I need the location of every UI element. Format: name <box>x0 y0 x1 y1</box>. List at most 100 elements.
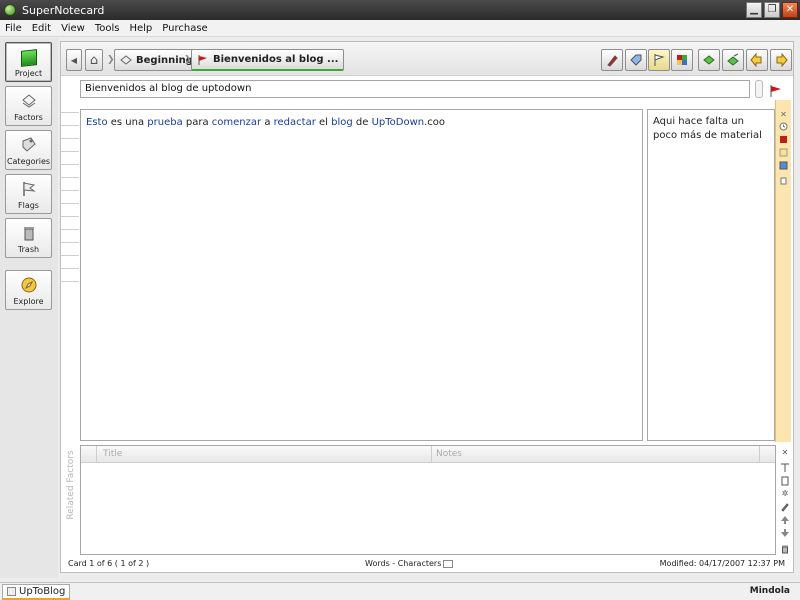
previous-card-button[interactable] <box>746 49 768 71</box>
back-button[interactable]: ◀ <box>66 49 82 71</box>
window-title: SuperNotecard <box>22 3 105 17</box>
project-icon <box>20 49 37 67</box>
sidebar-item-label: Categories <box>6 157 51 166</box>
clock-icon[interactable] <box>779 122 788 131</box>
menu-tools[interactable]: Tools <box>90 23 125 34</box>
menu-purchase[interactable]: Purchase <box>157 23 212 34</box>
trash-icon <box>20 224 38 242</box>
keyword-link[interactable]: blog <box>331 117 353 128</box>
app-icon <box>4 4 16 16</box>
explore-icon <box>20 276 38 294</box>
card-list-icon[interactable] <box>780 476 790 486</box>
card-body-editor[interactable]: Esto es una prueba para comenzar a redac… <box>80 109 643 441</box>
arrow-right-icon <box>776 53 788 67</box>
sidebar: Project Factors Categories Flags Trash E… <box>0 38 58 578</box>
arrow-left-icon <box>750 53 762 67</box>
table-header: Title Notes <box>81 446 775 463</box>
body-text: es una <box>107 117 148 128</box>
card-panel: ◀ ⌂ ❯ Beginning ❯ Bienvenidos al blog ..… <box>60 41 794 573</box>
keyword-link[interactable]: prueba <box>147 117 182 128</box>
note-icon[interactable] <box>779 148 788 157</box>
flag-toggle-button[interactable] <box>648 49 670 71</box>
menu-file[interactable]: File <box>0 23 27 34</box>
sidebar-item-label: Trash <box>17 245 40 254</box>
card-position: Card 1 of 6 ( 1 of 2 ) <box>68 559 150 568</box>
column-notes[interactable]: Notes <box>431 446 462 462</box>
sidebar-item-project[interactable]: Project <box>5 42 52 82</box>
menu-help[interactable]: Help <box>124 23 157 34</box>
sidebar-item-explore[interactable]: Explore <box>5 270 52 310</box>
card-stack-icon <box>120 54 132 66</box>
related-factors-table[interactable]: Title Notes <box>80 445 776 555</box>
body-text: el <box>315 117 332 128</box>
body-text: de <box>352 117 372 128</box>
move-up-icon[interactable] <box>780 515 790 525</box>
count-refresh-icon[interactable] <box>443 559 454 568</box>
card-footer: Card 1 of 6 ( 1 of 2 ) Words - Character… <box>61 557 793 573</box>
close-button[interactable]: ✕ <box>782 2 798 18</box>
keyword-link[interactable]: UpToDown <box>372 117 425 128</box>
restore-button[interactable]: ❐ <box>764 2 780 18</box>
edit-card-button[interactable] <box>722 49 744 71</box>
body-text: a <box>261 117 274 128</box>
sidebar-item-factors[interactable]: Factors <box>5 86 52 126</box>
breadcrumb-current-card[interactable]: Bienvenidos al blog ... <box>191 49 345 71</box>
categories-icon <box>20 136 38 154</box>
text-format-icon[interactable] <box>780 463 790 473</box>
keyword-link[interactable]: Esto <box>86 117 108 128</box>
factors-icon <box>20 92 38 110</box>
related-factors-toolbar: ✕ ✲ <box>778 445 792 555</box>
menu-bar: File Edit View Tools Help Purchase <box>0 20 800 37</box>
ruled-margin <box>61 100 79 282</box>
flags-icon <box>20 180 38 198</box>
trash-small-icon[interactable] <box>779 176 788 185</box>
navigation-bar: ◀ ⌂ ❯ Beginning ❯ Bienvenidos al blog ..… <box>61 42 793 76</box>
trash-small-icon[interactable] <box>780 544 790 554</box>
pencil-icon[interactable] <box>780 502 790 512</box>
body-text: para <box>182 117 212 128</box>
sidebar-item-flags[interactable]: Flags <box>5 174 52 214</box>
sidebar-item-trash[interactable]: Trash <box>5 218 52 258</box>
color-grid-icon <box>677 55 687 65</box>
title-bar: SuperNotecard ▁ ❐ ✕ <box>0 0 800 20</box>
new-card-icon <box>703 55 715 65</box>
project-tab[interactable]: UpToBlog <box>2 584 71 600</box>
project-tab-label: UpToBlog <box>19 586 66 597</box>
keyword-link[interactable]: comenzar <box>212 117 261 128</box>
window-controls: ▁ ❐ ✕ <box>746 2 798 18</box>
back-arrow-icon: ◀ <box>70 55 78 65</box>
sidebar-item-categories[interactable]: Categories <box>5 130 52 170</box>
status-bar: UpToBlog Mindola <box>0 582 800 600</box>
tag-icon <box>630 54 642 66</box>
column-title[interactable]: Title <box>103 449 122 459</box>
title-scroll-handle[interactable] <box>755 80 763 98</box>
tag-button[interactable] <box>625 49 647 71</box>
new-card-button[interactable] <box>698 49 720 71</box>
close-small-icon[interactable]: ✕ <box>779 110 788 119</box>
next-card-button[interactable] <box>770 49 792 71</box>
home-icon: ⌂ <box>89 52 99 68</box>
project-tab-icon <box>7 587 16 596</box>
sidebar-item-label: Explore <box>13 297 44 306</box>
red-square-icon[interactable] <box>779 135 788 144</box>
keyword-link[interactable]: redactar <box>274 117 316 128</box>
row-marker-column <box>81 446 97 462</box>
related-factors-title: Related Factors <box>66 450 76 520</box>
card-title-field[interactable]: Bienvenidos al blog de uptodown <box>80 80 750 98</box>
image-icon[interactable] <box>779 161 788 170</box>
close-small-icon[interactable]: ✕ <box>780 448 790 458</box>
red-flag-icon[interactable] <box>769 84 783 98</box>
breadcrumb-label: Bienvenidos al blog ... <box>213 54 339 65</box>
modified-date: Modified: 04/17/2007 12:37 PM <box>659 559 785 568</box>
menu-edit[interactable]: Edit <box>27 23 56 34</box>
home-button[interactable]: ⌂ <box>85 49 103 71</box>
gear-icon[interactable]: ✲ <box>780 489 790 499</box>
minimize-button[interactable]: ▁ <box>746 2 762 18</box>
menu-view[interactable]: View <box>56 23 90 34</box>
word-count: Words - Characters <box>365 559 454 568</box>
color-grid-button[interactable] <box>671 49 693 71</box>
move-down-icon[interactable] <box>780 528 790 538</box>
highlighter-button[interactable] <box>601 49 623 71</box>
card-notes-editor[interactable]: Aqui hace falta un poco más de material <box>647 109 775 441</box>
column-options[interactable] <box>759 446 775 462</box>
